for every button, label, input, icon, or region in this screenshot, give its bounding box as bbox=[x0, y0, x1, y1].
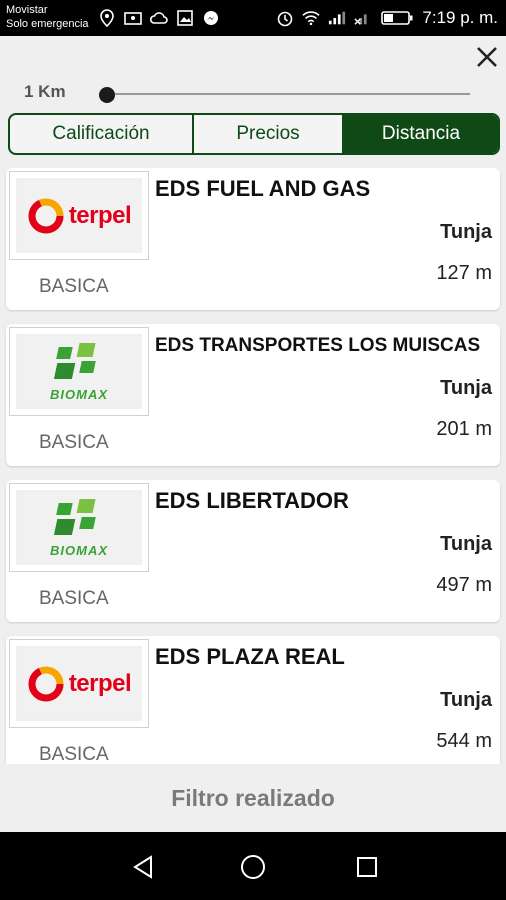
filter-status-message: Filtro realizado bbox=[171, 785, 335, 811]
brand-name: terpel bbox=[68, 669, 132, 697]
messenger-icon bbox=[202, 9, 220, 27]
carrier-name: Movistar bbox=[6, 4, 48, 16]
station-name: EDS LIBERTADOR bbox=[155, 488, 349, 513]
recents-button[interactable] bbox=[352, 852, 382, 882]
radius-slider-track[interactable] bbox=[106, 93, 470, 95]
station-category: BASICA bbox=[39, 744, 109, 764]
station-city: Tunja bbox=[440, 377, 492, 399]
battery-icon bbox=[380, 9, 414, 27]
brand-logo: terpel bbox=[9, 171, 149, 260]
station-distance: 201 m bbox=[436, 418, 492, 440]
home-circle-icon bbox=[241, 855, 265, 879]
station-category: BASICA bbox=[39, 588, 109, 609]
tab-calificacion[interactable]: Calificación bbox=[10, 115, 192, 153]
biomax-logo: BIOMAX bbox=[48, 341, 110, 402]
wifi-icon bbox=[302, 9, 321, 27]
image-icon bbox=[176, 9, 194, 27]
navigation-bar bbox=[0, 832, 506, 900]
biomax-leaf-icon bbox=[53, 343, 96, 379]
station-city: Tunja bbox=[440, 533, 492, 555]
signal-icon bbox=[328, 9, 346, 27]
brand-name: BIOMAX bbox=[50, 543, 108, 558]
station-list: terpel BASICA EDS FUEL AND GAS Tunja 127… bbox=[0, 166, 506, 764]
biomax-logo: BIOMAX bbox=[48, 497, 110, 558]
brand-logo: BIOMAX bbox=[9, 327, 149, 416]
status-bar: Movistar Solo emergencia 7:19 p. m. bbox=[0, 0, 506, 36]
brand-name: BIOMAX bbox=[50, 387, 108, 402]
station-card[interactable]: terpel BASICA EDS FUEL AND GAS Tunja 127… bbox=[6, 168, 500, 310]
brand-logo: terpel bbox=[9, 639, 149, 728]
cloud-icon bbox=[150, 9, 168, 27]
terpel-logo: terpel bbox=[27, 197, 132, 235]
signal-off-icon bbox=[354, 9, 372, 27]
station-distance: 127 m bbox=[436, 262, 492, 284]
brand-name: terpel bbox=[68, 201, 132, 229]
station-distance: 544 m bbox=[436, 730, 492, 752]
tab-precios[interactable]: Precios bbox=[192, 115, 342, 153]
carrier-status: Solo emergencia bbox=[6, 18, 89, 30]
clock: 7:19 p. m. bbox=[422, 8, 498, 27]
terpel-ring-icon bbox=[28, 198, 64, 233]
home-button[interactable] bbox=[238, 852, 268, 882]
station-name: EDS TRANSPORTES LOS MUISCAS bbox=[155, 335, 481, 356]
cast-icon bbox=[124, 9, 142, 27]
station-name: EDS FUEL AND GAS bbox=[155, 176, 371, 201]
radius-label: 1 Km bbox=[24, 82, 66, 101]
station-category: BASICA bbox=[39, 432, 109, 453]
close-button[interactable] bbox=[472, 42, 502, 72]
close-icon bbox=[477, 47, 497, 67]
terpel-ring-icon bbox=[28, 666, 64, 701]
station-card[interactable]: BIOMAX BASICA EDS TRANSPORTES LOS MUISCA… bbox=[6, 324, 500, 466]
station-card[interactable]: terpel BASICA EDS PLAZA REAL Tunja 544 m bbox=[6, 636, 500, 764]
tab-distancia[interactable]: Distancia bbox=[342, 115, 498, 153]
notification-icons bbox=[98, 8, 220, 28]
station-category: BASICA bbox=[39, 276, 109, 297]
station-card[interactable]: BIOMAX BASICA EDS LIBERTADOR Tunja 497 m bbox=[6, 480, 500, 622]
station-name: EDS PLAZA REAL bbox=[155, 644, 345, 669]
alarm-icon bbox=[276, 9, 294, 27]
terpel-logo: terpel bbox=[27, 665, 132, 703]
station-distance: 497 m bbox=[436, 574, 492, 596]
sort-tabs: Calificación Precios Distancia bbox=[8, 113, 500, 155]
location-pin-icon bbox=[98, 9, 116, 27]
back-triangle-icon bbox=[133, 855, 152, 879]
recents-square-icon bbox=[357, 857, 377, 877]
station-city: Tunja bbox=[440, 689, 492, 711]
back-button[interactable] bbox=[128, 852, 158, 882]
carrier-info: Movistar Solo emergencia bbox=[6, 3, 89, 31]
radius-slider-thumb[interactable] bbox=[99, 87, 115, 103]
station-city: Tunja bbox=[440, 221, 492, 243]
brand-logo: BIOMAX bbox=[9, 483, 149, 572]
system-icons: 7:19 p. m. bbox=[276, 7, 498, 29]
biomax-leaf-icon bbox=[53, 499, 96, 535]
